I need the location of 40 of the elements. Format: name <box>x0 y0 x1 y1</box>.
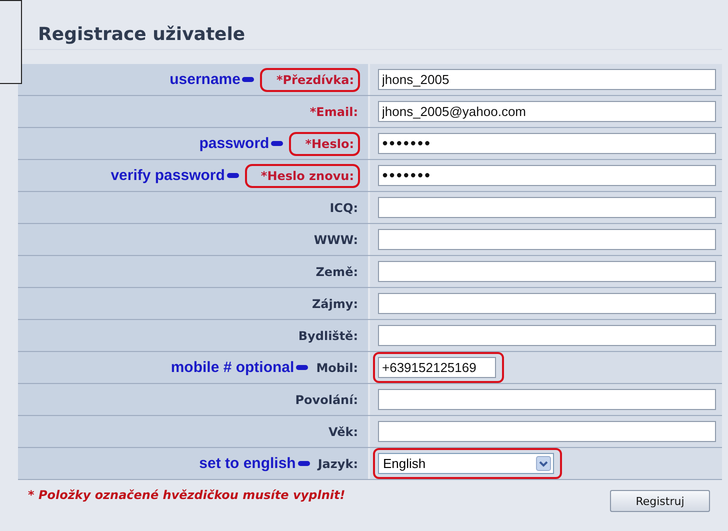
register-button[interactable]: Registruj <box>610 490 710 512</box>
field-label: Jazyk: <box>316 456 359 473</box>
input-field[interactable]: jhons_2005 <box>378 69 716 90</box>
annotation-text: mobile # optional <box>170 359 294 376</box>
input-field[interactable]: +639152125169 <box>378 357 496 378</box>
pointer-mark <box>296 365 308 370</box>
field-label: *Heslo znovu: <box>244 164 360 188</box>
field-label: Země: <box>314 264 359 280</box>
field-label: Mobil: <box>315 360 359 376</box>
pointer-mark <box>242 77 254 82</box>
pointer-mark <box>298 461 310 466</box>
field-label: Bydliště: <box>297 328 359 345</box>
password-field[interactable]: ●●●●●●● <box>378 165 716 186</box>
input-field[interactable] <box>378 389 716 410</box>
input-field[interactable] <box>378 197 716 218</box>
input-field[interactable]: jhons_2005@yahoo.com <box>378 101 716 122</box>
required-note: * Položky označené hvězdičkou musíte vyplnit! <box>28 488 346 502</box>
input-field[interactable] <box>378 261 716 282</box>
annotation-text: verify password <box>110 167 225 184</box>
page-title: Registrace uživatele <box>18 0 722 50</box>
annotation-text: password <box>199 135 270 152</box>
input-field[interactable] <box>378 293 716 314</box>
pointer-mark <box>226 173 239 178</box>
field-label: *Přezdívka: <box>260 68 360 92</box>
password-field[interactable]: ●●●●●●● <box>378 133 716 154</box>
field-label: Povolání: <box>294 392 359 408</box>
annotation-text: username <box>170 71 240 88</box>
field-label: WWW: <box>312 232 359 248</box>
field-label: *Heslo: <box>289 132 360 156</box>
annotation-text: set to english <box>199 455 296 472</box>
language-select[interactable]: English <box>378 453 554 474</box>
input-field[interactable] <box>378 421 716 442</box>
input-field[interactable] <box>378 325 716 346</box>
field-label: *Email: <box>308 104 359 120</box>
caret-icon <box>536 456 551 471</box>
input-field[interactable] <box>378 229 716 250</box>
pointer-mark <box>271 141 284 146</box>
field-label: ICQ: <box>328 200 359 216</box>
field-label: Zájmy: <box>310 296 359 313</box>
field-label: Věk: <box>327 424 359 440</box>
